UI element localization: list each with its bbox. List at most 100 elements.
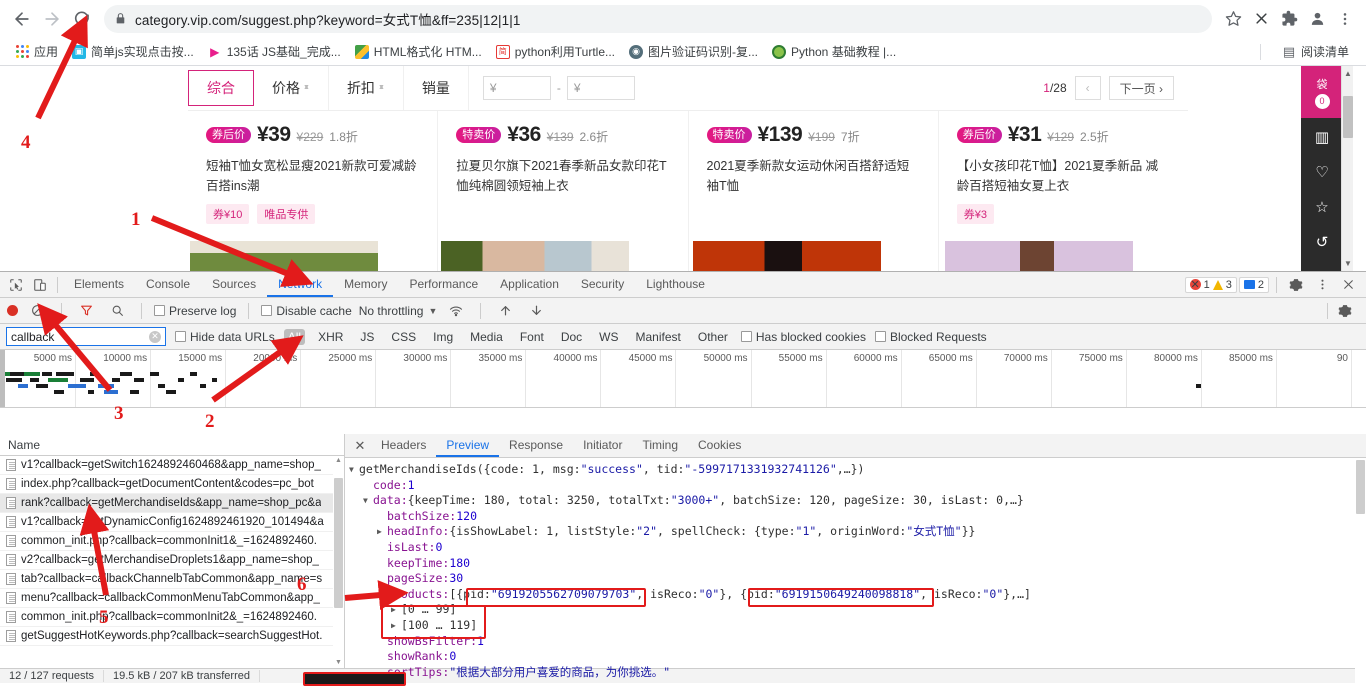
- devtools-tab-lighthouse[interactable]: Lighthouse: [635, 272, 716, 297]
- request-row[interactable]: rank?callback=getMerchandiseIds&app_name…: [0, 494, 344, 513]
- request-row[interactable]: getSuggestHotKeywords.php?callback=searc…: [0, 627, 344, 646]
- resource-type-doc[interactable]: Doc: [557, 329, 586, 345]
- json-line[interactable]: sortTips: "根据大部分用户喜爱的商品，为你挑选。": [349, 665, 1366, 681]
- extensions-puzzle-icon[interactable]: [1276, 6, 1302, 32]
- throttling-select[interactable]: No throttling ▼: [359, 304, 438, 318]
- gear-icon[interactable]: [1284, 273, 1308, 297]
- request-row[interactable]: v1?callback=getSwitch1624892460468&app_n…: [0, 456, 344, 475]
- devtools-tab-elements[interactable]: Elements: [63, 272, 135, 297]
- network-timeline-overview[interactable]: 5000 ms 10000 ms 15000 ms 20000 ms 25000 ms 3…: [0, 350, 1366, 408]
- detail-tab-headers[interactable]: Headers: [371, 434, 436, 457]
- scrollbar-thumb[interactable]: [1343, 96, 1353, 138]
- request-row[interactable]: common_init.php?callback=commonInit1&_=1…: [0, 532, 344, 551]
- scrollbar-thumb[interactable]: [1356, 460, 1365, 514]
- error-warning-counters[interactable]: ✕ 1 3: [1184, 276, 1237, 293]
- resource-type-manifest[interactable]: Manifest: [632, 329, 685, 345]
- three-dot-menu-icon[interactable]: [1310, 273, 1334, 297]
- resource-type-font[interactable]: Font: [516, 329, 548, 345]
- detail-tab-preview[interactable]: Preview: [436, 434, 500, 457]
- request-row[interactable]: v2?callback=getMerchandiseDroplets1&app_…: [0, 551, 344, 570]
- json-line[interactable]: ▶ headInfo: {isShowLabel: 1, listStyle: "…: [349, 524, 1366, 540]
- json-line[interactable]: code: 1: [349, 478, 1366, 494]
- history-icon[interactable]: ↺: [1316, 233, 1329, 251]
- json-line[interactable]: pageSize: 30: [349, 571, 1366, 587]
- devtools-tab-memory[interactable]: Memory: [333, 272, 398, 297]
- search-magnifier-icon[interactable]: [105, 299, 129, 323]
- devtools-tab-network[interactable]: Network: [267, 272, 334, 297]
- next-page-button[interactable]: 下一页 ›: [1108, 76, 1174, 100]
- forward-arrow-icon[interactable]: [38, 5, 66, 33]
- hide-data-urls-checkbox[interactable]: Hide data URLs: [175, 330, 275, 344]
- detail-tab-initiator[interactable]: Initiator: [573, 434, 632, 457]
- product-thumbnail[interactable]: [693, 241, 881, 271]
- page-scrollbar[interactable]: ▲ ▼: [1341, 66, 1353, 271]
- product-thumbnail[interactable]: [945, 241, 1133, 271]
- cart-button[interactable]: 袋 0: [1301, 66, 1343, 118]
- heart-icon[interactable]: ♡: [1315, 163, 1328, 181]
- devtools-tab-security[interactable]: Security: [570, 272, 635, 297]
- json-line[interactable]: ▼ data: {keepTime: 180, total: 3250, tota…: [349, 493, 1366, 509]
- json-line[interactable]: ▶ [100 … 119]: [349, 618, 1366, 634]
- export-har-icon[interactable]: [524, 299, 548, 323]
- product-thumbnail[interactable]: [441, 241, 629, 271]
- detail-tab-timing[interactable]: Timing: [632, 434, 688, 457]
- extension-x-icon[interactable]: [1248, 6, 1274, 32]
- bookmark-item-apps[interactable]: 应用: [8, 40, 65, 63]
- close-icon[interactable]: ✕: [349, 435, 371, 457]
- request-row[interactable]: common_init.php?callback=commonInit2&_=1…: [0, 608, 344, 627]
- prev-page-button[interactable]: ‹: [1074, 76, 1101, 100]
- timeline-left-handle[interactable]: [0, 350, 5, 407]
- request-row[interactable]: index.php?callback=getDocumentContent&co…: [0, 475, 344, 494]
- scroll-down-arrow-icon[interactable]: ▼: [1344, 259, 1352, 268]
- has-blocked-cookies-checkbox[interactable]: Has blocked cookies: [740, 330, 866, 344]
- price-min-input[interactable]: ¥: [482, 76, 551, 100]
- devtools-tab-sources[interactable]: Sources: [201, 272, 267, 297]
- resource-type-css[interactable]: CSS: [387, 329, 420, 345]
- resource-type-media[interactable]: Media: [466, 329, 507, 345]
- bookmark-star-icon[interactable]: [1220, 6, 1246, 32]
- bookmark-item-1[interactable]: ▣ 简单js实现点击按...: [65, 40, 201, 63]
- expand-triangle-icon[interactable]: ▼: [377, 587, 387, 603]
- blocked-requests-checkbox[interactable]: Blocked Requests: [874, 330, 987, 344]
- reading-list-button[interactable]: ▤ 阅读清单: [1275, 40, 1356, 63]
- coupon-ticket-icon[interactable]: ▥: [1315, 128, 1329, 146]
- sort-tab-price[interactable]: 价格 ▲ ▼: [254, 66, 329, 110]
- star-icon[interactable]: ☆: [1315, 198, 1328, 216]
- inspect-element-icon[interactable]: [4, 273, 28, 297]
- filter-input[interactable]: callback ✕: [6, 327, 166, 346]
- close-icon[interactable]: [1336, 273, 1360, 297]
- request-row[interactable]: menu?callback=callbackCommonMenuTabCommo…: [0, 589, 344, 608]
- bookmark-item-6[interactable]: Python 基础教程 |...: [765, 40, 903, 63]
- request-list[interactable]: v1?callback=getSwitch1624892460468&app_n…: [0, 456, 344, 683]
- resource-type-other[interactable]: Other: [694, 329, 732, 345]
- clear-input-icon[interactable]: ✕: [149, 330, 161, 343]
- resource-type-all[interactable]: All: [283, 328, 306, 345]
- bookmark-item-2[interactable]: ▶ 135话 JS基础_完成...: [201, 40, 348, 63]
- sort-tab-discount[interactable]: 折扣 ▲ ▼: [329, 66, 404, 110]
- scroll-down-arrow-icon[interactable]: ▼: [335, 659, 342, 666]
- json-line[interactable]: showRank: 0: [349, 649, 1366, 665]
- preserve-log-checkbox[interactable]: Preserve log: [154, 304, 236, 318]
- json-preview-tree[interactable]: ▼ getMerchandiseIds({code: 1, msg: "succe…: [345, 458, 1366, 683]
- devtools-tab-performance[interactable]: Performance: [398, 272, 489, 297]
- request-list-scrollbar[interactable]: ▲ ▼: [333, 456, 344, 683]
- request-row[interactable]: tab?callback=callbackChannelbTabCommon&a…: [0, 570, 344, 589]
- resource-type-xhr[interactable]: XHR: [314, 329, 347, 345]
- json-line[interactable]: isLast: 0: [349, 540, 1366, 556]
- scroll-up-arrow-icon[interactable]: ▲: [1344, 69, 1352, 78]
- scroll-up-arrow-icon[interactable]: ▲: [335, 457, 342, 464]
- product-title[interactable]: 短袖T恤女宽松显瘦2021新款可爱减龄百搭ins潮: [206, 156, 419, 196]
- gear-icon[interactable]: [1333, 299, 1357, 323]
- bookmark-item-3[interactable]: HTML格式化 HTM...: [348, 40, 489, 63]
- message-counter[interactable]: 2: [1238, 276, 1269, 293]
- clear-no-entry-icon[interactable]: [25, 299, 49, 323]
- resource-type-img[interactable]: Img: [429, 329, 457, 345]
- expand-triangle-icon[interactable]: ▼: [349, 462, 359, 478]
- scrollbar-thumb[interactable]: [334, 478, 343, 608]
- sort-tab-comprehensive[interactable]: 综合: [188, 70, 254, 106]
- devtools-tab-console[interactable]: Console: [135, 272, 201, 297]
- resource-type-js[interactable]: JS: [356, 329, 378, 345]
- record-stop-icon[interactable]: [7, 305, 18, 316]
- request-row[interactable]: v1?callback=getDynamicConfig162489246192…: [0, 513, 344, 532]
- devtools-tab-application[interactable]: Application: [489, 272, 570, 297]
